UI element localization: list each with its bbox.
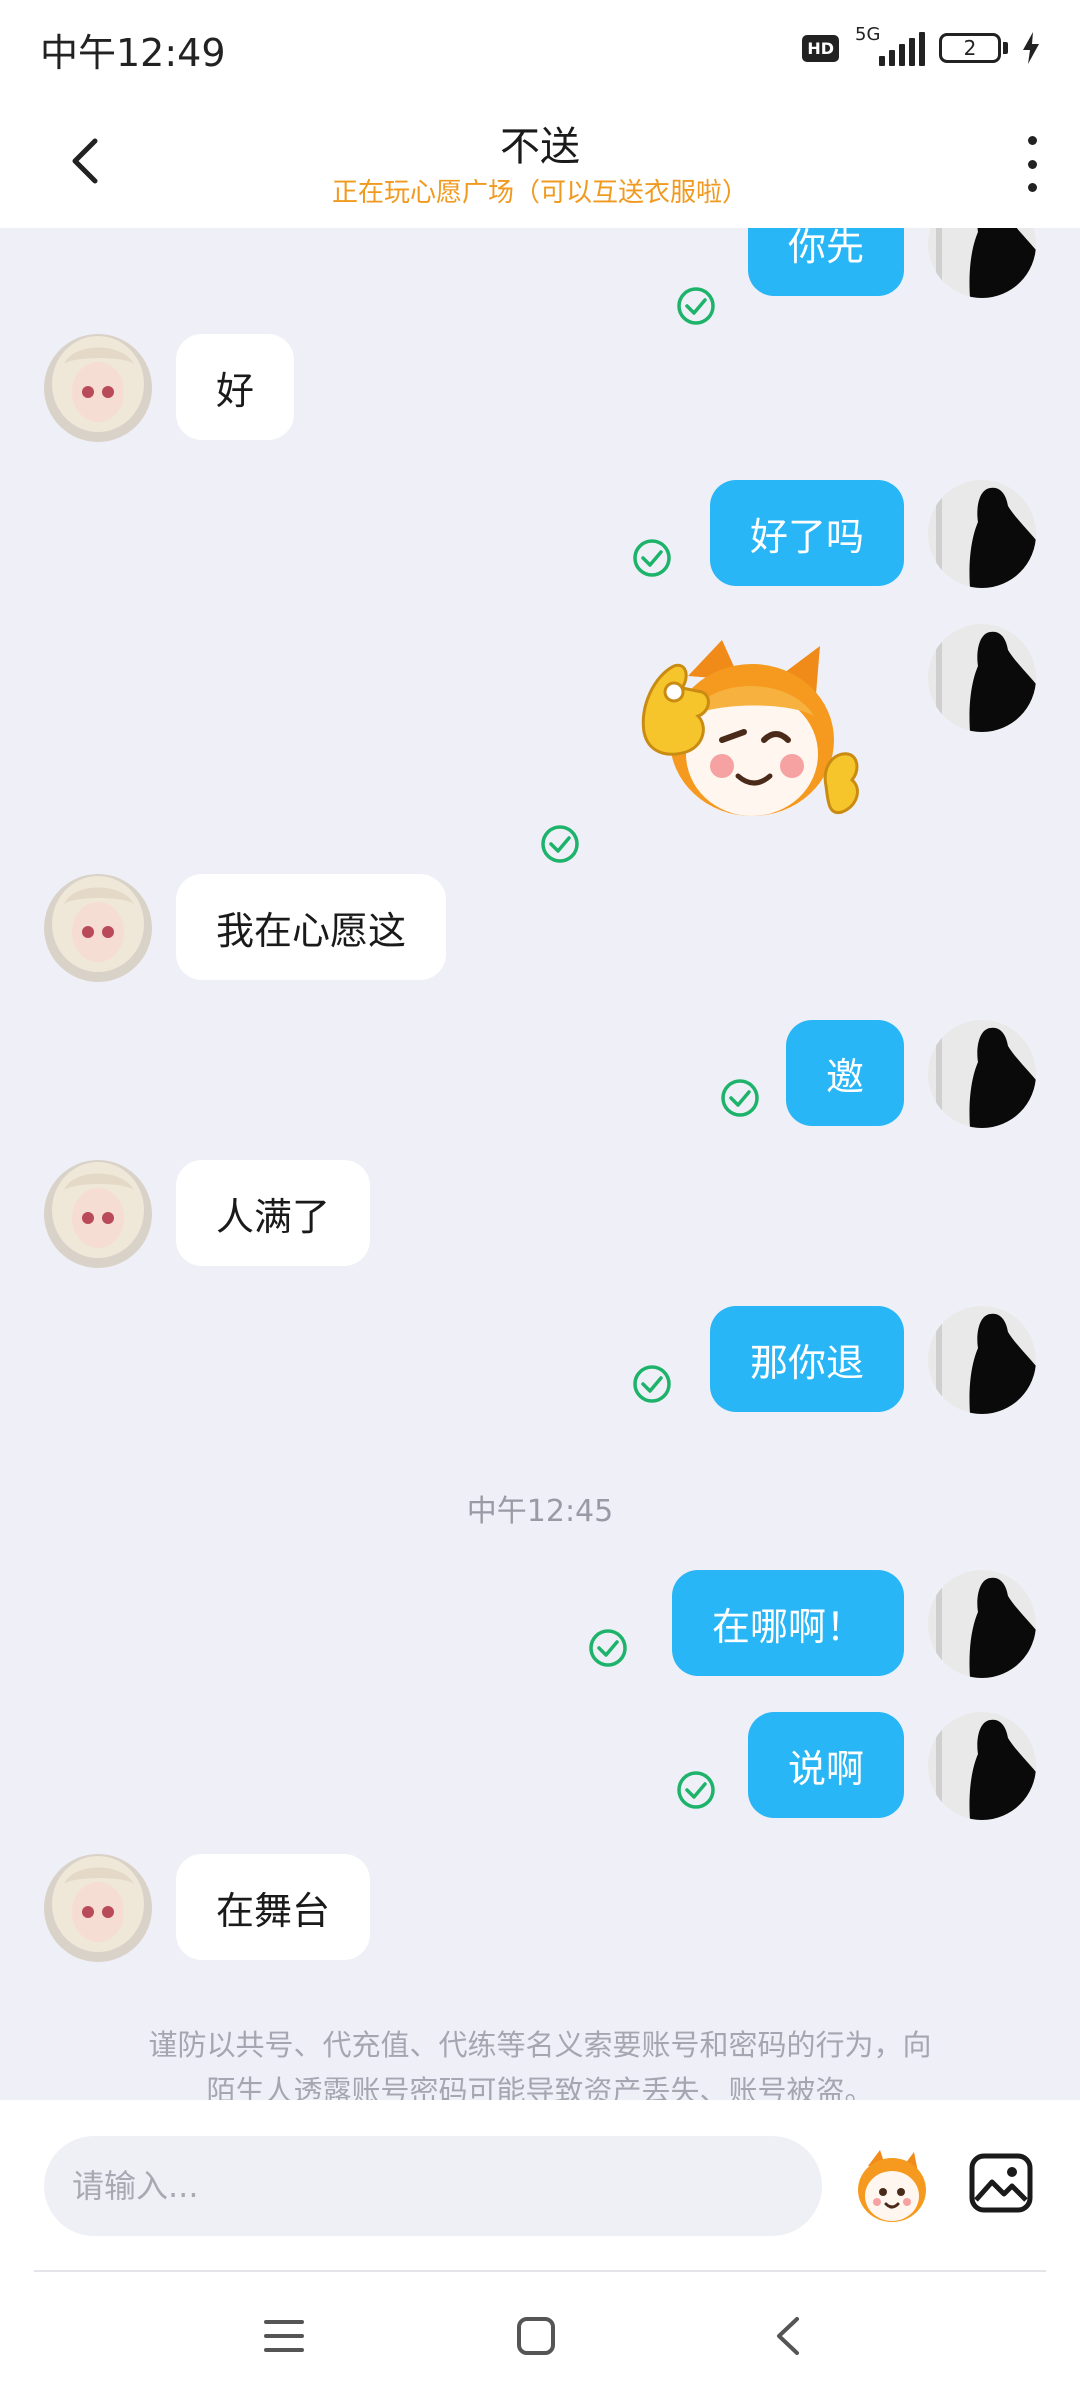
chat-header: 不送 正在玩心愿广场（可以互送衣服啦）: [0, 96, 1080, 228]
sticker-button[interactable]: [852, 2146, 932, 2226]
home-icon: [517, 2317, 555, 2355]
status-time: 中午12:49: [40, 31, 226, 75]
network-type-label: 5G: [855, 24, 881, 45]
incoming-message-bubble[interactable]: 人满了: [176, 1160, 371, 1266]
my-avatar[interactable]: [928, 1020, 1036, 1128]
signal-icon: 5G: [853, 24, 925, 68]
read-check-icon: [677, 1771, 715, 1809]
contact-avatar[interactable]: [44, 334, 152, 442]
message-row: 说啊: [0, 1712, 1080, 1822]
my-avatar[interactable]: [928, 1712, 1036, 1820]
mascot-wink-sticker[interactable]: [630, 636, 866, 836]
nav-back-button[interactable]: [764, 2312, 812, 2360]
battery-icon: 2: [939, 33, 1008, 63]
battery-level: 2: [939, 33, 1001, 63]
message-row: 在舞台: [0, 1854, 1080, 1964]
contact-avatar[interactable]: [44, 1160, 152, 1268]
image-button[interactable]: [966, 2148, 1036, 2218]
status-icons: HD 5G 2: [802, 24, 1040, 68]
status-bar: 中午12:49 HD 5G 2: [0, 0, 1080, 96]
message-row: 好了吗: [0, 480, 1080, 590]
message-row: 邀: [0, 1020, 1080, 1130]
my-avatar[interactable]: [928, 1570, 1036, 1678]
back-triangle-icon: [777, 2317, 799, 2355]
read-check-icon: [541, 825, 579, 863]
outgoing-message-bubble[interactable]: 好了吗: [709, 480, 904, 586]
read-check-icon: [589, 1629, 627, 1667]
my-avatar[interactable]: [928, 480, 1036, 588]
outgoing-message-bubble[interactable]: 在哪啊！: [671, 1570, 904, 1676]
outgoing-message-bubble[interactable]: 邀: [785, 1020, 904, 1126]
message-row: 你先: [0, 228, 1080, 330]
outgoing-message-bubble[interactable]: 那你退: [709, 1306, 904, 1412]
incoming-message-bubble[interactable]: 好: [176, 334, 295, 440]
chat-title[interactable]: 不送: [0, 114, 1080, 172]
message-row: 在哪啊！: [0, 1570, 1080, 1680]
message-input[interactable]: 请输入...: [44, 2136, 822, 2236]
incoming-message-bubble[interactable]: 我在心愿这: [176, 874, 447, 980]
my-avatar[interactable]: [928, 228, 1036, 298]
message-row: 人满了: [0, 1160, 1080, 1270]
read-check-icon: [633, 539, 671, 577]
contact-avatar[interactable]: [44, 874, 152, 982]
read-check-icon: [677, 287, 715, 325]
my-avatar[interactable]: [928, 624, 1036, 732]
message-row: 好: [0, 334, 1080, 444]
safety-notice-line: 陌生人透露账号密码可能导致资产丢失、账号被盗。: [206, 2074, 874, 2100]
hd-icon: HD: [802, 34, 839, 62]
chat-subtitle: 正在玩心愿广场（可以互送衣服啦）: [331, 178, 748, 208]
menu-button[interactable]: [260, 2312, 308, 2360]
message-row: 我在心愿这: [0, 874, 1080, 984]
my-avatar[interactable]: [928, 1306, 1036, 1414]
time-divider: 中午12:45: [466, 1494, 614, 1529]
outgoing-message-bubble[interactable]: 你先: [747, 228, 904, 296]
safety-notice-line: 谨防以共号、代充值、代练等名义索要账号和密码的行为，向: [148, 2028, 932, 2062]
read-check-icon: [721, 1079, 759, 1117]
charging-icon: [1023, 32, 1039, 64]
menu-icon: [264, 2320, 304, 2352]
safety-notice: 谨防以共号、代充值、代练等名义索要账号和密码的行为，向 陌生人透露账号密码可能导…: [70, 2022, 1010, 2100]
message-row: [0, 624, 1080, 863]
message-row: 那你退: [0, 1306, 1080, 1416]
chat-message-list[interactable]: 你先 好 好了吗 我在心愿这 邀 人满了 那你退 中午12:45 在哪啊！ 说啊…: [0, 228, 1080, 2100]
incoming-message-bubble[interactable]: 在舞台: [176, 1854, 371, 1960]
more-vertical-icon: [1027, 136, 1037, 145]
home-button[interactable]: [512, 2312, 560, 2360]
contact-avatar[interactable]: [44, 1854, 152, 1962]
outgoing-message-bubble[interactable]: 说啊: [747, 1712, 904, 1818]
system-navigation-bar: [0, 2272, 1080, 2400]
more-options-button[interactable]: [1012, 136, 1052, 192]
message-input-bar: 请输入...: [0, 2100, 1080, 2272]
read-check-icon: [633, 1365, 671, 1403]
